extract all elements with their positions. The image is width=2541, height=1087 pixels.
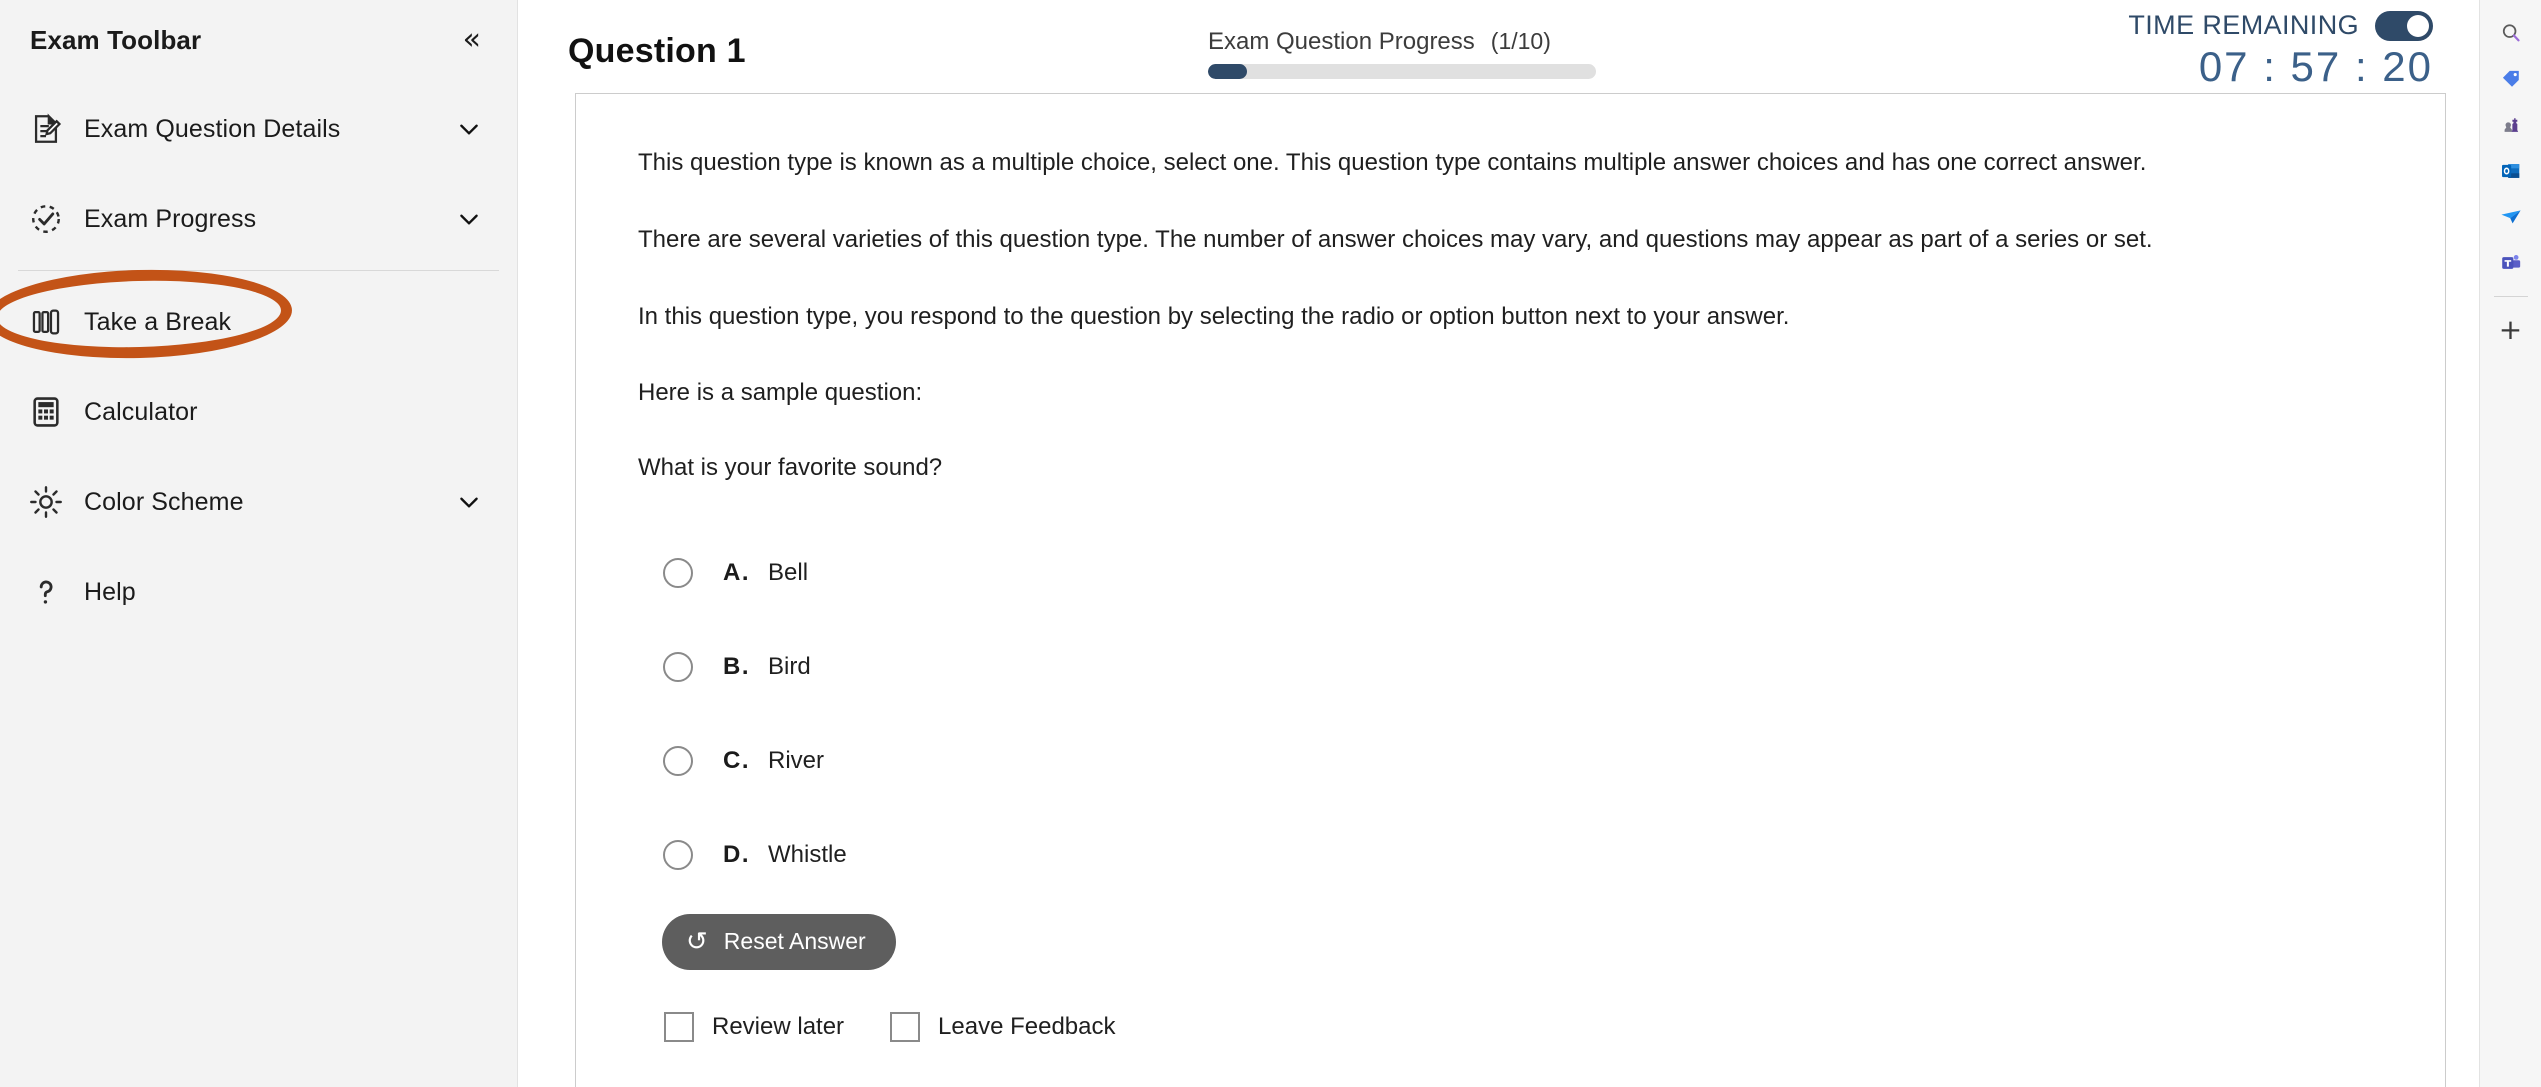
question-checkbox-row: Review later Leave Feedback — [664, 1011, 2383, 1042]
option-letter: D. — [723, 840, 750, 868]
sidebar-item-color-scheme[interactable]: Color Scheme — [0, 457, 517, 547]
option-letter: A. — [723, 558, 750, 586]
microsoft-teams-icon[interactable] — [2480, 240, 2541, 286]
progress-count: (1/10) — [1490, 28, 1551, 54]
chevron-down-icon[interactable] — [451, 489, 487, 515]
chevron-double-left-icon[interactable]: « — [457, 23, 487, 57]
question-paragraph: There are several varieties of this ques… — [638, 225, 2153, 253]
time-remaining-panel: TIME REMAINING 07 : 57 : 20 — [2013, 10, 2433, 91]
timer-value: 07 : 57 : 20 — [2198, 43, 2433, 90]
rail-divider — [2493, 296, 2528, 297]
option-letter: B. — [723, 652, 750, 680]
main-content: Question 1 Exam Question Progress (1/10)… — [518, 0, 2541, 1087]
option-text: Bell — [768, 558, 809, 586]
sample-question-intro: Here is a sample question: — [638, 379, 923, 407]
outlook-icon[interactable] — [2480, 148, 2541, 194]
checkbox[interactable] — [664, 1011, 694, 1042]
answer-option-c[interactable]: C. River — [638, 714, 2383, 808]
page-title: Question 1 — [568, 32, 746, 70]
exam-app: Exam Toolbar « Exam Question Details Exa… — [0, 0, 2541, 1087]
send-paper-plane-icon[interactable] — [2480, 194, 2541, 240]
toggle-knob — [2407, 14, 2429, 37]
radio-button[interactable] — [663, 839, 693, 870]
checkbox-label: Leave Feedback — [938, 1012, 1116, 1040]
progress-track — [1208, 64, 1596, 79]
answer-option-d[interactable]: D. Whistle — [638, 808, 2383, 902]
checkbox-label: Review later — [712, 1012, 845, 1040]
add-app-label: + — [2498, 313, 2523, 346]
review-later-checkbox-item[interactable]: Review later — [664, 1011, 845, 1042]
sidebar-item-label: Color Scheme — [84, 487, 244, 516]
question-card: This question type is known as a multipl… — [575, 93, 2446, 1087]
sidebar-item-help[interactable]: Help — [0, 547, 517, 637]
leave-feedback-checkbox-item[interactable]: Leave Feedback — [890, 1011, 1116, 1042]
sidebar-item-label: Help — [84, 577, 136, 606]
sidebar-item-calculator[interactable]: Calculator — [0, 367, 517, 457]
progress-label: Exam Question Progress — [1208, 28, 1475, 55]
sidebar-item-label: Exam Question Details — [84, 114, 341, 143]
browser-side-rail: + — [2479, 0, 2541, 1087]
undo-arrow-icon: ↺ — [686, 926, 708, 957]
sidebar-item-exam-question-details[interactable]: Exam Question Details — [0, 84, 517, 174]
chevron-down-icon[interactable] — [451, 206, 487, 232]
question-paragraph: In this question type, you respond to th… — [638, 302, 1790, 330]
radio-button[interactable] — [663, 745, 693, 776]
reset-answer-button[interactable]: ↺ Reset Answer — [662, 913, 896, 970]
chevron-down-icon[interactable] — [451, 116, 487, 142]
timer-label: TIME REMAINING — [2128, 10, 2359, 40]
sidebar-title: Exam Toolbar — [30, 24, 202, 55]
answer-options: A. Bell B. Bird C. River D. Whistle — [638, 526, 2383, 902]
brightness-sun-icon — [18, 485, 74, 519]
shopping-tag-icon[interactable] — [2480, 56, 2541, 102]
games-chess-icon[interactable] — [2480, 102, 2541, 148]
search-icon[interactable] — [2480, 10, 2541, 56]
radio-button[interactable] — [663, 651, 693, 682]
answer-option-a[interactable]: A. Bell — [638, 526, 2383, 620]
sidebar-item-label: Calculator — [84, 397, 198, 426]
option-text: River — [768, 746, 825, 774]
document-edit-icon — [18, 112, 74, 146]
sidebar-header: Exam Toolbar « — [0, 0, 517, 62]
question-paragraph: This question type is known as a multipl… — [638, 149, 2147, 176]
timer-visibility-toggle[interactable] — [2375, 10, 2433, 41]
calculator-icon — [18, 395, 74, 429]
exam-toolbar-sidebar: Exam Toolbar « Exam Question Details Exa… — [0, 0, 518, 1087]
progress-fill — [1208, 64, 1247, 79]
option-text: Bird — [768, 652, 811, 680]
exam-question-progress: Exam Question Progress (1/10) — [1208, 28, 1596, 79]
plus-icon[interactable]: + — [2480, 307, 2541, 353]
sidebar-divider — [18, 270, 499, 271]
checkbox[interactable] — [890, 1011, 921, 1042]
progress-label-row: Exam Question Progress (1/10) — [1208, 28, 1596, 56]
sidebar-item-exam-progress[interactable]: Exam Progress — [0, 174, 517, 264]
sidebar-item-take-a-break[interactable]: Take a Break — [0, 277, 517, 367]
reset-answer-label: Reset Answer — [723, 928, 866, 955]
pause-bars-icon — [18, 305, 74, 339]
question-prompt: What is your favorite sound? — [638, 454, 943, 482]
option-letter: C. — [723, 746, 750, 774]
progress-check-icon — [18, 202, 74, 236]
sidebar-item-label: Take a Break — [84, 307, 232, 336]
option-text: Whistle — [768, 840, 847, 868]
sidebar-item-label: Exam Progress — [84, 204, 257, 233]
question-mark-icon — [18, 575, 74, 609]
radio-button[interactable] — [663, 557, 693, 588]
sidebar-item-list: Exam Question Details Exam Progress Take… — [0, 84, 517, 637]
timer-header-row: TIME REMAINING — [2013, 10, 2433, 41]
answer-option-b[interactable]: B. Bird — [638, 620, 2383, 714]
